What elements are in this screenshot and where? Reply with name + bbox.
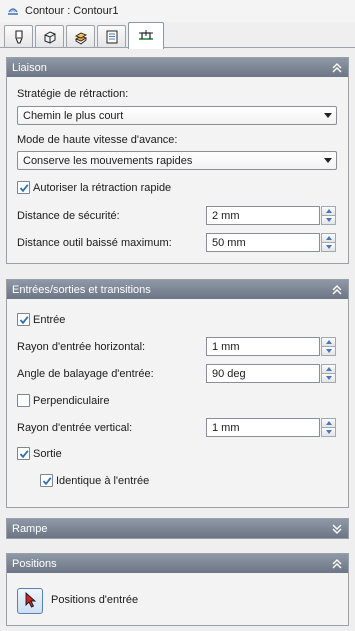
expand-chevron-icon[interactable] [332,524,342,534]
spin-down-button[interactable] [321,374,336,383]
horizontal-radius-label: Rayon d'entrée horizontal: [17,341,146,353]
entry-checkbox[interactable]: Entrée [17,313,65,326]
entry-positions-label: Positions d'entrée [51,594,139,606]
panel-title: Liaison [12,61,47,74]
panel-title: Entrées/sorties et transitions [12,283,151,296]
vertical-radius-spinner[interactable] [321,418,336,437]
panel-leads: Entrées/sorties et transitions Entrée Ra… [6,279,349,508]
max-stay-down-label: Distance outil baissé maximum: [17,237,172,249]
vertical-radius-label: Rayon d'entrée vertical: [17,422,133,434]
exit-checkbox[interactable]: Sortie [17,447,62,460]
max-stay-down-input[interactable]: 50 mm [206,233,320,252]
tab-tool[interactable] [4,25,33,47]
tab-strip [0,22,355,49]
stock-box-icon [42,29,58,45]
checkbox-box[interactable] [17,181,30,194]
perpendicular-checkbox[interactable]: Perpendiculaire [17,394,109,407]
sweep-angle-label: Angle de balayage d'entrée: [17,368,154,380]
entry-positions-button[interactable] [17,588,43,614]
panel-title: Positions [12,557,57,570]
panel-title: Rampe [12,522,48,535]
panel-ramp: Rampe [6,518,349,539]
tool-icon [11,29,27,45]
panel-positions: Positions Positions d'entrée [6,553,349,626]
high-feed-select[interactable]: Conserve les mouvements rapides [17,151,337,170]
sweep-angle-spinner[interactable] [321,364,336,383]
spin-down-button[interactable] [321,347,336,356]
retract-strategy-select[interactable]: Chemin le plus court [17,106,337,125]
horizontal-radius-spinner[interactable] [321,337,336,356]
cursor-arrow-icon [23,591,37,611]
layers-icon [73,29,89,45]
dropdown-arrow-icon [324,113,332,118]
spin-up-button[interactable] [321,233,336,243]
retract-strategy-label: Stratégie de rétraction: [17,88,129,100]
spin-up-button[interactable] [321,337,336,347]
high-feed-label: Mode de haute vitesse d'avance: [17,134,178,146]
checkbox-box[interactable] [40,474,53,487]
list-document-icon [104,29,120,45]
collapse-chevron-icon[interactable] [332,558,342,569]
safe-distance-input[interactable]: 2 mm [206,206,320,225]
panel-linking-header[interactable]: Liaison [7,58,348,77]
rapid-retract-checkbox[interactable]: Autoriser la rétraction rapide [17,181,171,194]
entry-label: Entrée [33,313,66,326]
rapid-retract-label: Autoriser la rétraction rapide [33,181,172,194]
safe-distance-label: Distance de sécurité: [17,210,120,222]
panel-linking: Liaison Stratégie de rétraction: Chemin … [6,57,349,264]
contour-icon [6,4,20,18]
tab-geometry[interactable] [35,25,64,47]
spin-down-button[interactable] [321,428,336,437]
tab-heights[interactable] [66,25,95,47]
perpendicular-label: Perpendiculaire [33,394,110,407]
panel-positions-header[interactable]: Positions [7,554,348,573]
spin-up-button[interactable] [321,364,336,374]
collapse-chevron-icon[interactable] [332,284,342,295]
vertical-radius-input[interactable]: 1 mm [206,418,320,437]
exit-label: Sortie [33,447,62,460]
spin-down-button[interactable] [321,243,336,252]
window-title: Contour : Contour1 [25,5,119,17]
horizontal-radius-input[interactable]: 1 mm [206,337,320,356]
dropdown-arrow-icon [324,158,332,163]
tab-linking[interactable] [128,22,164,49]
same-as-entry-checkbox[interactable]: Identique à l'entrée [40,474,149,487]
safe-distance-spinner[interactable] [321,206,336,225]
checkbox-box[interactable] [17,313,30,326]
spin-up-button[interactable] [321,206,336,216]
sweep-angle-input[interactable]: 90 deg [206,364,320,383]
high-feed-value: Conserve les mouvements rapides [23,154,193,167]
panel-ramp-header[interactable]: Rampe [7,519,348,538]
max-stay-down-spinner[interactable] [321,233,336,252]
spin-up-button[interactable] [321,418,336,428]
checkbox-box[interactable] [17,394,30,407]
window-titlebar: Contour : Contour1 [0,0,355,22]
checkbox-box[interactable] [17,447,30,460]
tab-passes[interactable] [97,25,126,47]
panel-leads-header[interactable]: Entrées/sorties et transitions [7,280,348,299]
collapse-chevron-icon[interactable] [332,62,342,73]
spin-down-button[interactable] [321,216,336,225]
retract-strategy-value: Chemin le plus court [23,109,124,122]
linking-icon [137,28,155,44]
same-as-entry-label: Identique à l'entrée [56,474,150,487]
